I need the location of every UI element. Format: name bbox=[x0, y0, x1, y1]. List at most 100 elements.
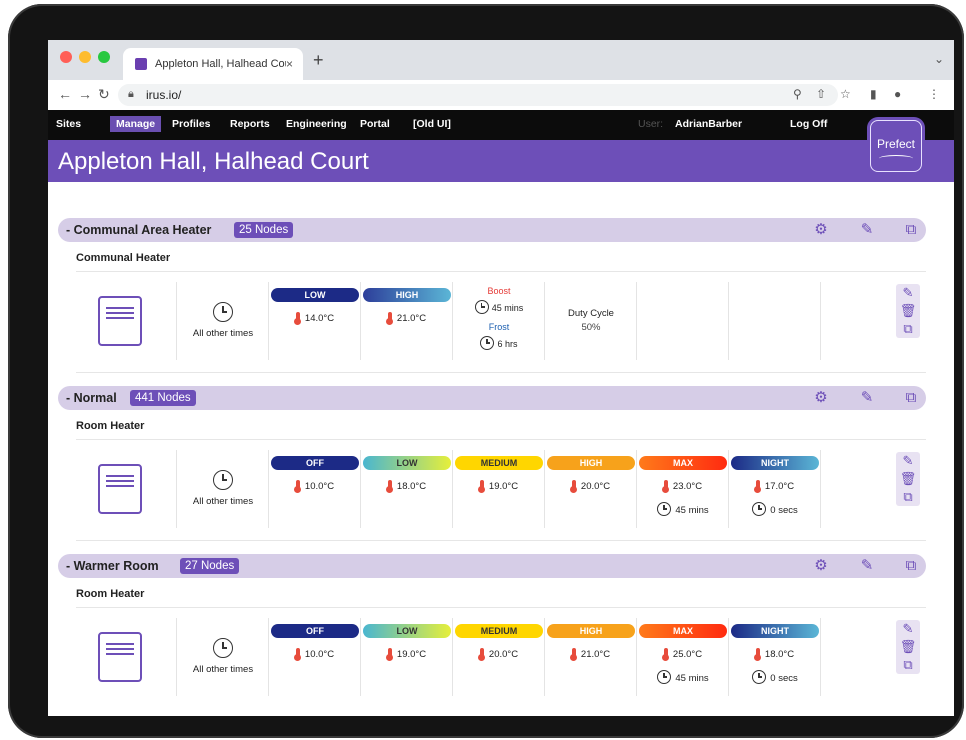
mode-cell-medium[interactable]: MEDIUM 20.0°C bbox=[452, 618, 545, 696]
row-edit-icon[interactable]: ✎ bbox=[896, 284, 920, 302]
edit-icon[interactable]: ✎ bbox=[858, 221, 876, 239]
thermometer-icon bbox=[386, 480, 394, 493]
maximize-window-button[interactable] bbox=[98, 51, 110, 63]
share-icon[interactable]: ⇧ bbox=[816, 87, 826, 101]
window-controls bbox=[60, 51, 110, 63]
node-count-badge: 25 Nodes bbox=[234, 222, 294, 238]
schedule-cell: All other times bbox=[176, 282, 269, 360]
mode-cell-night[interactable]: NIGHT 17.0°C 0 secs bbox=[728, 450, 821, 528]
copy-icon[interactable]: ⧉ bbox=[902, 221, 920, 239]
mode-cell-night[interactable]: NIGHT 18.0°C 0 secs bbox=[728, 618, 821, 696]
menu-manage[interactable]: Manage bbox=[110, 116, 162, 132]
mode-cell-high[interactable]: HIGH 21.0°C bbox=[544, 618, 637, 696]
browser-menu-icon[interactable]: ⋮ bbox=[928, 87, 940, 101]
menu-engineering[interactable]: Engineering bbox=[286, 118, 347, 130]
close-window-button[interactable] bbox=[60, 51, 72, 63]
settings-gear-icon[interactable]: ⚙ bbox=[812, 557, 830, 575]
mode-cell-off[interactable]: OFF 10.0°C bbox=[268, 618, 361, 696]
browser-tab[interactable]: Appleton Hall, Halhead Court × bbox=[123, 48, 303, 80]
duty-cycle-value: 50% bbox=[581, 322, 601, 333]
boost-frost-cell[interactable]: Boost 45 mins Frost 6 hrs bbox=[452, 282, 545, 360]
mode-pill-high: HIGH bbox=[547, 456, 635, 470]
row-copy-icon[interactable]: ⧉ bbox=[896, 320, 920, 338]
mode-cell-max[interactable]: MAX 23.0°C 45 mins bbox=[636, 450, 729, 528]
row-delete-icon[interactable]: 🗑︎ bbox=[896, 638, 920, 656]
thermometer-icon bbox=[294, 312, 302, 325]
side-panel-icon[interactable]: ▮ bbox=[870, 87, 877, 101]
thermometer-icon bbox=[754, 648, 762, 661]
row-delete-icon[interactable]: 🗑︎ bbox=[896, 470, 920, 488]
mode-cell-high[interactable]: HIGH 21.0°C bbox=[360, 282, 453, 360]
row-actions: ✎ 🗑︎ ⧉ bbox=[896, 452, 920, 506]
mode-cell-max[interactable]: MAX 25.0°C 45 mins bbox=[636, 618, 729, 696]
settings-gear-icon[interactable]: ⚙ bbox=[812, 389, 830, 407]
mode-pill-medium: MEDIUM bbox=[455, 456, 543, 470]
new-tab-button[interactable]: + bbox=[313, 50, 324, 71]
thermometer-icon bbox=[662, 480, 670, 493]
mode-cell-medium[interactable]: MEDIUM 19.0°C bbox=[452, 450, 545, 528]
thermometer-icon bbox=[386, 648, 394, 661]
mode-cell-low[interactable]: LOW 18.0°C bbox=[360, 450, 453, 528]
duty-cycle-label: Duty Cycle bbox=[568, 308, 614, 319]
profile-avatar-icon[interactable]: ● bbox=[894, 87, 901, 101]
mode-cell-low[interactable]: LOW 19.0°C bbox=[360, 618, 453, 696]
row-copy-icon[interactable]: ⧉ bbox=[896, 656, 920, 674]
timer-clock-icon bbox=[657, 502, 672, 516]
clock-icon bbox=[213, 638, 233, 658]
tab-close-icon[interactable]: × bbox=[286, 57, 293, 71]
timer-clock-icon bbox=[657, 670, 672, 684]
edit-icon[interactable]: ✎ bbox=[858, 389, 876, 407]
minimize-window-button[interactable] bbox=[79, 51, 91, 63]
menu-profiles[interactable]: Profiles bbox=[172, 118, 211, 130]
clock-icon bbox=[213, 470, 233, 490]
tab-title: Appleton Hall, Halhead Court bbox=[155, 58, 286, 70]
copy-icon[interactable]: ⧉ bbox=[902, 389, 920, 407]
section-header[interactable]: - Normal 441 Nodes ⚙ ✎ ⧉ bbox=[58, 386, 926, 410]
lock-icon: 🔒︎ bbox=[128, 88, 134, 100]
section-header[interactable]: - Communal Area Heater 25 Nodes ⚙ ✎ ⧉ bbox=[58, 218, 926, 242]
user-label: User: bbox=[638, 118, 664, 130]
mode-cell-high[interactable]: HIGH 20.0°C bbox=[544, 450, 637, 528]
menu-old-ui[interactable]: [Old UI] bbox=[413, 118, 451, 130]
zoom-icon[interactable]: ⚲ bbox=[793, 87, 802, 101]
user-name: AdrianBarber bbox=[675, 118, 743, 130]
edit-icon[interactable]: ✎ bbox=[858, 557, 876, 575]
schedule-cell: All other times bbox=[176, 450, 269, 528]
tab-search-chevron-icon[interactable]: ⌄ bbox=[934, 52, 944, 66]
row-edit-icon[interactable]: ✎ bbox=[896, 452, 920, 470]
boost-time: 45 mins bbox=[491, 303, 524, 313]
address-bar[interactable]: 🔒︎ irus.io/ bbox=[118, 84, 838, 106]
bookmark-star-icon[interactable]: ☆ bbox=[840, 87, 851, 101]
heater-icon bbox=[98, 632, 142, 682]
back-arrow-icon[interactable]: ← bbox=[58, 86, 72, 102]
boost-label: Boost bbox=[487, 286, 511, 296]
section-name: - Normal bbox=[66, 391, 117, 405]
frost-label: Frost bbox=[488, 322, 510, 332]
reload-icon[interactable]: ↻ bbox=[98, 86, 110, 103]
menu-portal[interactable]: Portal bbox=[360, 118, 390, 130]
mode-pill-high: HIGH bbox=[363, 288, 451, 302]
menu-sites[interactable]: Sites bbox=[56, 118, 81, 130]
section-name: - Warmer Room bbox=[66, 559, 159, 573]
settings-gear-icon[interactable]: ⚙ bbox=[812, 221, 830, 239]
row-edit-icon[interactable]: ✎ bbox=[896, 620, 920, 638]
mode-pill-medium: MEDIUM bbox=[455, 624, 543, 638]
page-title-bar: Appleton Hall, Halhead Court bbox=[48, 140, 954, 182]
row-delete-icon[interactable]: 🗑︎ bbox=[896, 302, 920, 320]
menu-reports[interactable]: Reports bbox=[230, 118, 270, 130]
mode-cell-off[interactable]: OFF 10.0°C bbox=[268, 450, 361, 528]
thermometer-icon bbox=[570, 480, 578, 493]
forward-arrow-icon[interactable]: → bbox=[78, 86, 92, 102]
section-header[interactable]: - Warmer Room 27 Nodes ⚙ ✎ ⧉ bbox=[58, 554, 926, 578]
clock-icon bbox=[213, 302, 233, 322]
logo-text: Prefect bbox=[876, 137, 915, 151]
copy-icon[interactable]: ⧉ bbox=[902, 557, 920, 575]
empty-cell bbox=[728, 282, 821, 360]
mode-pill-off: OFF bbox=[271, 456, 359, 470]
mode-cell-low[interactable]: LOW 14.0°C bbox=[268, 282, 361, 360]
site-favicon-icon bbox=[135, 58, 147, 70]
log-off-link[interactable]: Log Off bbox=[790, 118, 827, 130]
timer-clock-icon bbox=[752, 670, 767, 684]
row-copy-icon[interactable]: ⧉ bbox=[896, 488, 920, 506]
profile-section-normal: - Normal 441 Nodes ⚙ ✎ ⧉ Room Heater All… bbox=[58, 386, 926, 546]
